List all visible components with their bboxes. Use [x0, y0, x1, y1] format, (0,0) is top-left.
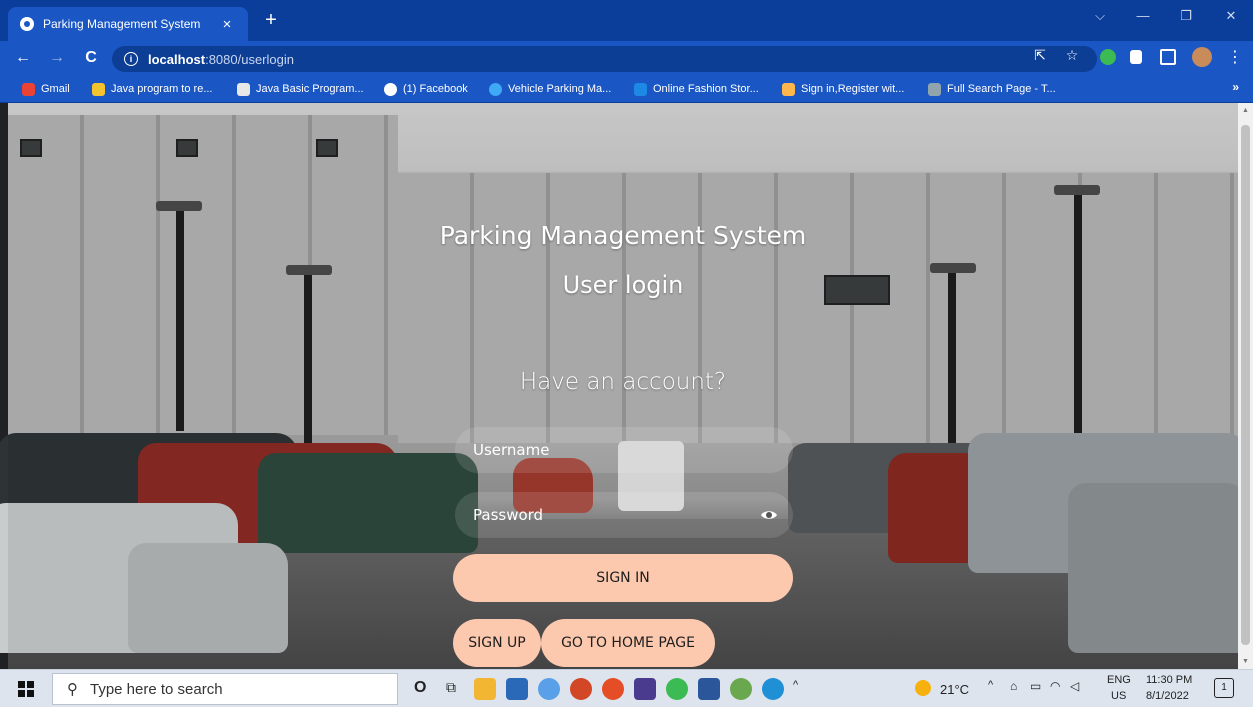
gmail-icon [22, 82, 35, 96]
minimize-button[interactable]: — [1131, 8, 1155, 23]
new-tab-button[interactable]: + [260, 10, 282, 32]
bookmark-icon [928, 82, 941, 96]
account-prompt: Have an account? [519, 369, 727, 395]
bookmark-vehicle-parking[interactable]: Vehicle Parking Ma... [489, 80, 611, 98]
bookmark-java-basic[interactable]: Java Basic Program... [237, 80, 364, 98]
weather-moon-icon[interactable] [915, 680, 931, 696]
address-bar[interactable]: i localhost :8080/userlogin [112, 46, 1097, 72]
bookmark-gmail[interactable]: Gmail [22, 80, 70, 98]
bookmark-full-search[interactable]: Full Search Page - T... [928, 80, 1056, 98]
notifications-icon[interactable]: 1 [1214, 678, 1234, 698]
back-button[interactable]: ← [12, 47, 34, 69]
info-icon[interactable]: i [124, 52, 138, 66]
language-code[interactable]: ENG [1107, 674, 1131, 686]
search-placeholder: Type here to search [90, 680, 223, 698]
app-icon[interactable] [730, 678, 752, 700]
bookmark-sign-in-register[interactable]: Sign in,Register wit... [782, 80, 904, 98]
edge-icon[interactable] [762, 678, 784, 700]
tab-close-icon[interactable]: × [216, 16, 238, 33]
browser-toolbar: ← → C i localhost :8080/userlogin ⇱ ☆ ⋮ [0, 41, 1253, 75]
scrollbar-thumb[interactable] [1241, 125, 1250, 645]
url-path: :8080/userlogin [205, 51, 294, 67]
utorrent-icon[interactable] [666, 678, 688, 700]
go-to-home-button[interactable]: GO TO HOME PAGE [541, 619, 715, 667]
page-scrollbar[interactable]: ▲ ▼ [1238, 103, 1253, 669]
more-bookmarks-icon[interactable]: » [1232, 80, 1239, 94]
windows-taskbar: ⚲ Type here to search O ⧉ ^ 21°C ^ ⌂ ▭ ◠… [0, 669, 1253, 707]
reload-button[interactable]: C [80, 47, 102, 69]
globe-icon [384, 82, 397, 96]
close-window-button[interactable]: ✕ [1219, 8, 1243, 24]
bookmark-star-icon[interactable]: ☆ [1062, 47, 1082, 64]
page-viewport: Parking Management System User login Hav… [0, 103, 1253, 669]
share-icon[interactable]: ⇱ [1030, 47, 1050, 64]
battery-icon[interactable]: ▭ [1030, 679, 1041, 693]
wifi-icon[interactable]: ◠ [1050, 679, 1060, 693]
globe-icon [20, 17, 34, 31]
eclipse-me-icon[interactable] [634, 678, 656, 700]
tab-search-icon[interactable]: ⌵ [1088, 8, 1112, 24]
scroll-up-icon[interactable]: ▲ [1241, 107, 1250, 114]
password-input[interactable] [455, 492, 793, 538]
cortana-icon[interactable]: O [414, 679, 426, 697]
clock-time[interactable]: 11:30 PM [1146, 674, 1192, 686]
app-icon[interactable] [538, 678, 560, 700]
bookmark-icon [634, 82, 647, 96]
language-region[interactable]: US [1111, 690, 1126, 702]
clock-date[interactable]: 8/1/2022 [1146, 690, 1189, 702]
task-view-icon[interactable]: ⧉ [446, 679, 456, 696]
bookmark-icon [237, 82, 250, 96]
powerpoint-icon[interactable] [570, 678, 592, 700]
tab-parking-management[interactable]: Parking Management System × [8, 7, 248, 41]
volume-icon[interactable]: ◁ [1070, 679, 1079, 693]
sidepanel-icon[interactable] [1160, 49, 1176, 65]
page-heading: User login [562, 271, 684, 299]
extension-icon[interactable] [1100, 49, 1116, 65]
taskbar-search[interactable]: ⚲ Type here to search [52, 673, 398, 705]
menu-icon[interactable]: ⋮ [1225, 47, 1245, 67]
network-icon[interactable]: ⌂ [1010, 679, 1017, 693]
chrome-icon[interactable] [602, 678, 624, 700]
weather-temp[interactable]: 21°C [940, 682, 969, 697]
app-title: Parking Management System [439, 221, 807, 250]
windows-start-icon[interactable] [18, 681, 34, 697]
overflow-chevron-icon[interactable]: ^ [793, 679, 798, 691]
store-icon[interactable] [506, 678, 528, 700]
puzzle-icon[interactable] [1130, 50, 1142, 64]
forward-button[interactable]: → [46, 47, 68, 69]
bookmarks-bar: Gmail Java program to re... Java Basic P… [0, 75, 1253, 103]
tab-strip: Parking Management System × + ⌵ — ❐ ✕ [0, 0, 1253, 41]
bookmark-icon [489, 82, 502, 96]
tray-chevron-icon[interactable]: ^ [988, 679, 993, 691]
username-input[interactable] [455, 427, 793, 473]
bookmark-online-fashion[interactable]: Online Fashion Stor... [634, 80, 759, 98]
url-host: localhost [148, 51, 206, 67]
bookmark-facebook[interactable]: (1) Facebook [384, 80, 468, 98]
sign-in-button[interactable]: SIGN IN [453, 554, 793, 602]
file-explorer-icon[interactable] [474, 678, 496, 700]
bookmark-icon [782, 82, 795, 96]
bookmark-java-program[interactable]: Java program to re... [92, 80, 213, 98]
bookmark-icon [92, 82, 105, 96]
tab-title: Parking Management System [43, 17, 201, 31]
scroll-down-icon[interactable]: ▼ [1241, 658, 1250, 665]
eye-icon[interactable] [760, 507, 778, 523]
profile-avatar[interactable] [1192, 47, 1212, 67]
search-icon: ⚲ [67, 681, 78, 698]
word-icon[interactable] [698, 678, 720, 700]
browser-window: Parking Management System × + ⌵ — ❐ ✕ ← … [0, 0, 1253, 707]
restore-button[interactable]: ❐ [1174, 8, 1198, 24]
sign-up-button[interactable]: SIGN UP [453, 619, 541, 667]
